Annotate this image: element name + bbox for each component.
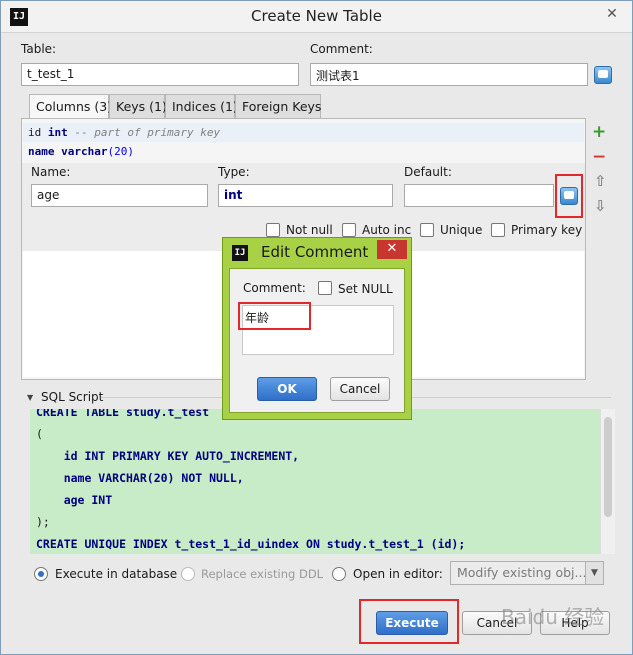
sql-line: CREATE TABLE study.t_test — [36, 409, 210, 419]
edit-comment-dialog: IJ Edit Comment ✕ Comment: Set NULL 年龄 O… — [222, 237, 412, 420]
type-label: Type: — [218, 165, 250, 179]
primary-key-label: Primary key — [511, 223, 583, 237]
chevron-down-icon: ▼ — [585, 562, 603, 584]
comment-edit-icon[interactable] — [594, 66, 612, 84]
column-name: name — [28, 145, 55, 158]
set-null-checkbox[interactable] — [318, 281, 332, 295]
tab-columns[interactable]: Columns (3) — [29, 94, 112, 119]
sql-line: age INT — [36, 493, 113, 507]
window-title: Create New Table — [251, 7, 382, 25]
column-row-id[interactable]: id int -- part of primary key — [28, 126, 220, 139]
table-comment-input[interactable]: 测试表1 — [310, 63, 588, 86]
column-name-input[interactable]: age — [31, 184, 208, 207]
create-table-window: IJ Create New Table ✕ Table: t_test_1 Co… — [0, 0, 633, 655]
column-type-input[interactable]: int — [218, 184, 393, 207]
tab-indices[interactable]: Indices (1) — [165, 94, 238, 119]
column-name: id — [28, 126, 42, 139]
replace-ddl-label: Replace existing DDL — [201, 567, 324, 581]
auto-inc-label: Auto inc — [362, 223, 412, 237]
open-in-editor-radio[interactable] — [332, 567, 346, 581]
comment-label: Comment: — [243, 281, 306, 295]
watermark: Baidu 经验 — [501, 605, 605, 629]
not-null-label: Not null — [286, 223, 333, 237]
sql-line: ); — [36, 515, 50, 529]
unique-checkbox[interactable] — [420, 223, 434, 237]
comment-label: Comment: — [310, 42, 373, 56]
unique-label: Unique — [440, 223, 483, 237]
intellij-app-icon: IJ — [232, 245, 248, 261]
column-comment: -- part of primary key — [74, 126, 221, 139]
sql-script-editor[interactable]: CREATE TABLE study.t_test ( id INT PRIMA… — [30, 409, 600, 554]
highlight-box — [555, 174, 583, 218]
move-down-icon[interactable]: ⇩ — [594, 197, 607, 215]
column-size: (20) — [107, 145, 134, 158]
collapse-chevron-icon[interactable]: ▼ — [27, 393, 33, 402]
column-row-name[interactable]: name varchar(20) — [28, 145, 134, 158]
editor-mode-value: Modify existing obj... — [457, 565, 587, 580]
tab-keys[interactable]: Keys (1) — [109, 94, 167, 119]
tab-foreign-keys[interactable]: Foreign Keys — [235, 94, 321, 119]
primary-key-checkbox[interactable] — [491, 223, 505, 237]
move-up-icon[interactable]: ⇧ — [594, 172, 607, 190]
add-icon[interactable]: + — [592, 122, 606, 142]
sql-line: id INT PRIMARY KEY AUTO_INCREMENT, — [36, 449, 300, 463]
open-in-editor-label: Open in editor: — [353, 567, 443, 581]
sql-line: ( — [36, 427, 43, 441]
sql-line: name VARCHAR(20) NOT NULL, — [36, 471, 244, 485]
default-label: Default: — [404, 165, 452, 179]
sql-scrollbar[interactable] — [600, 409, 615, 554]
execute-in-database-radio[interactable] — [34, 567, 48, 581]
close-dialog-button[interactable]: ✕ — [377, 240, 407, 259]
table-label: Table: — [21, 42, 57, 56]
highlight-box — [359, 599, 459, 644]
edit-comment-title: Edit Comment — [261, 243, 369, 261]
column-default-input[interactable] — [404, 184, 554, 207]
cancel-button[interactable]: Cancel — [330, 377, 390, 401]
table-name-input[interactable]: t_test_1 — [21, 63, 299, 86]
sql-line: CREATE UNIQUE INDEX t_test_1_id_uindex O… — [36, 537, 466, 551]
column-type: int — [47, 126, 68, 139]
remove-icon[interactable]: − — [592, 147, 606, 167]
column-type: varchar — [61, 145, 108, 158]
ok-button[interactable]: OK — [257, 377, 317, 401]
edit-comment-body: Comment: Set NULL 年龄 OK Cancel — [229, 268, 405, 413]
editor-mode-select[interactable]: Modify existing obj... ▼ — [450, 561, 604, 585]
close-window-button[interactable]: ✕ — [598, 3, 626, 25]
title-bar: IJ Create New Table ✕ — [1, 1, 632, 33]
replace-ddl-radio[interactable] — [181, 567, 195, 581]
auto-inc-checkbox[interactable] — [342, 223, 356, 237]
sql-script-label: SQL Script — [41, 390, 104, 404]
not-null-checkbox[interactable] — [266, 223, 280, 237]
set-null-label: Set NULL — [338, 282, 393, 296]
execute-in-database-label: Execute in database — [55, 567, 178, 581]
scroll-thumb[interactable] — [604, 417, 612, 517]
name-label: Name: — [31, 165, 71, 179]
highlight-box — [238, 302, 311, 330]
